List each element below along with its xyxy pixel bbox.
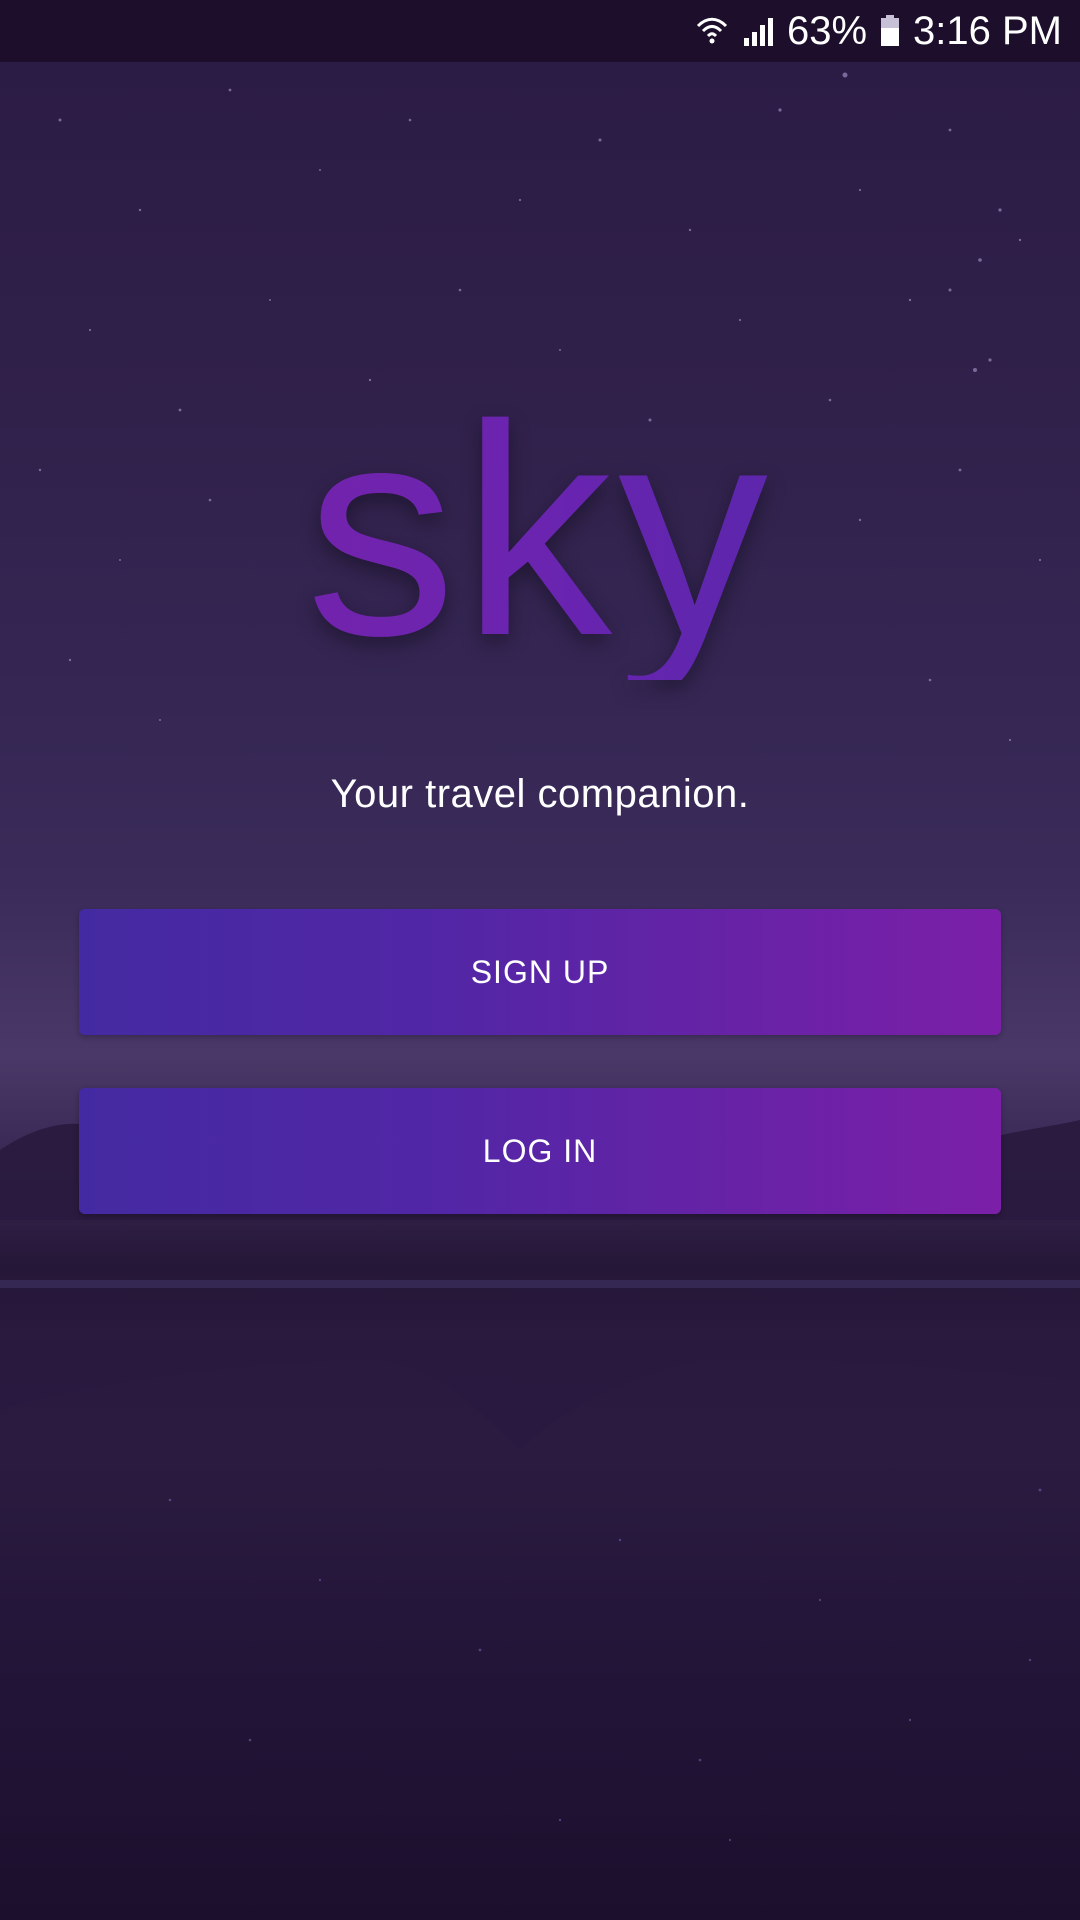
signal-icon: [741, 14, 775, 48]
battery-percent: 63%: [786, 8, 868, 53]
status-bar: 63% 3:16 PM: [0, 0, 1080, 62]
clock-time: 3:16 PM: [913, 8, 1062, 53]
battery-icon: [879, 14, 901, 48]
wifi-icon: [695, 14, 729, 48]
welcome-screen: 63% 3:16 PM sky Your travel companion. S…: [0, 0, 1080, 1920]
sign-up-button[interactable]: SIGN UP: [79, 909, 1001, 1035]
tagline: Your travel companion.: [330, 772, 750, 816]
log-in-button[interactable]: LOG IN: [79, 1088, 1001, 1214]
app-logo: sky: [0, 380, 1080, 680]
